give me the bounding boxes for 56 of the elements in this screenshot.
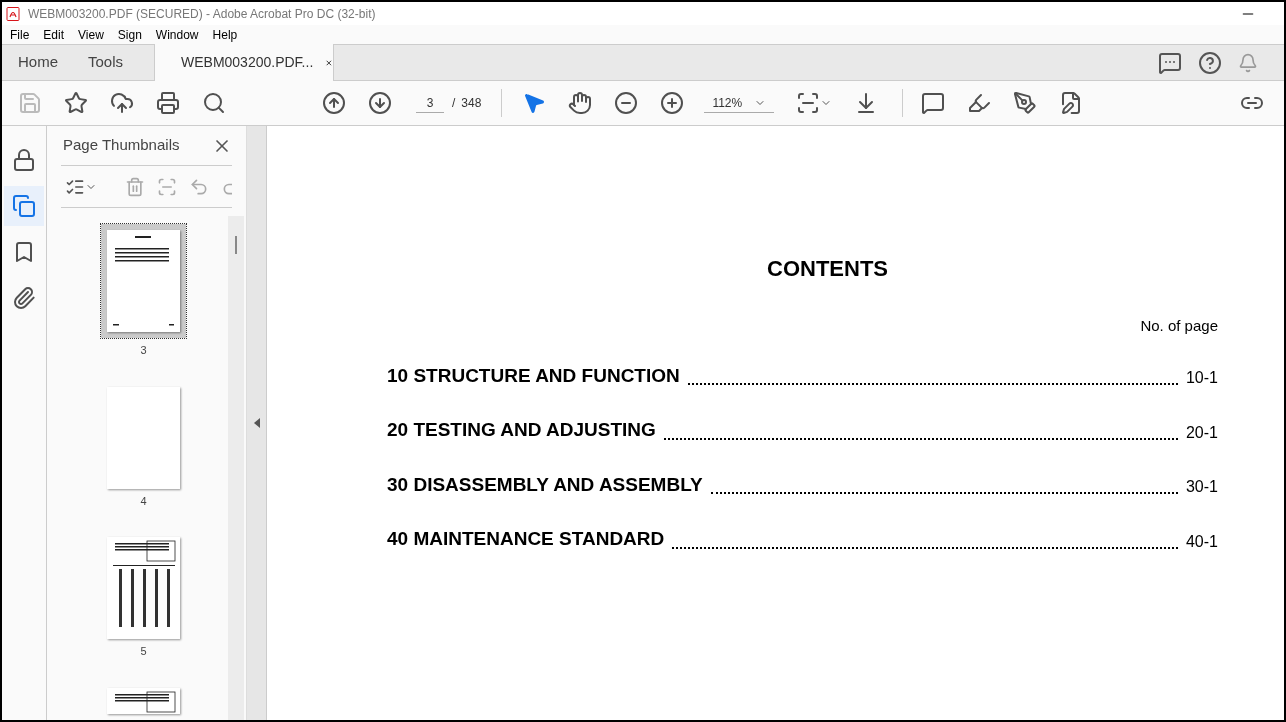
page-count: 348 xyxy=(461,95,482,112)
comment-icon xyxy=(921,91,946,115)
star-icon xyxy=(64,91,88,115)
arrow-down-icon xyxy=(368,91,392,115)
save-icon xyxy=(18,91,42,115)
cloud-upload-icon xyxy=(110,91,134,115)
cursor-icon xyxy=(522,91,547,115)
window-title: WEBM003200.PDF (SECURED) - Adobe Acrobat Pro DC (32-bit) xyxy=(28,5,376,23)
toc-entry: 20 TESTING AND ADJUSTING xyxy=(387,418,656,442)
menu-item[interactable]: Window xyxy=(155,25,199,44)
zoom-out-icon xyxy=(614,91,639,115)
page-separator: / xyxy=(452,95,456,112)
highlighter-icon xyxy=(967,91,992,115)
chat-icon[interactable] xyxy=(1158,50,1182,75)
menu-item[interactable]: View xyxy=(78,25,104,44)
toc-page: 40-1 xyxy=(1185,531,1218,552)
page-number: 3 xyxy=(140,343,147,358)
menu-item[interactable]: Edit xyxy=(43,25,65,44)
page-thumbnail[interactable] xyxy=(107,230,180,332)
printer-icon xyxy=(156,91,180,115)
toc-entry: 10 STRUCTURE AND FUNCTION xyxy=(387,363,680,388)
lock-icon xyxy=(12,148,36,172)
tab-label: WEBM003200.PDF... xyxy=(181,53,314,72)
arrow-up-icon xyxy=(322,91,346,115)
page-field[interactable]: 3 xyxy=(416,93,444,113)
toc-entry: 30 DISASSEMBLY AND ASSEMBLY xyxy=(387,472,703,497)
search-icon xyxy=(202,91,226,115)
rail-button[interactable] xyxy=(4,186,44,226)
scrollbar[interactable] xyxy=(228,216,244,720)
page-number: 5 xyxy=(140,644,147,659)
toc-entry: 40 MAINTENANCE STANDARD xyxy=(387,527,665,551)
document-tab[interactable]: WEBM003200.PDF... xyxy=(154,44,334,81)
menu-item[interactable]: File xyxy=(10,25,30,44)
page-thumbnail[interactable] xyxy=(107,687,180,714)
help-icon[interactable] xyxy=(1198,50,1222,75)
page-number: 4 xyxy=(140,493,147,509)
hand-icon xyxy=(568,91,593,115)
nav-tab[interactable]: Home xyxy=(18,51,58,74)
pen-nib-icon xyxy=(1013,91,1038,115)
toc-page: 10-1 xyxy=(1185,368,1218,388)
zoom-in-icon xyxy=(660,91,685,115)
toc-page: 20-1 xyxy=(1185,422,1218,443)
paperclip-icon xyxy=(12,286,36,310)
pages-icon xyxy=(12,194,36,218)
page-thumbnail[interactable] xyxy=(107,386,180,489)
menu-item[interactable]: Help xyxy=(212,25,238,44)
collapse-arrow-icon xyxy=(253,418,260,428)
zoom-dropdown[interactable]: 112% xyxy=(704,93,775,113)
menu-item[interactable]: Sign xyxy=(117,25,142,44)
document-heading: CONTENTS xyxy=(767,255,888,283)
column-header: No. of page xyxy=(1140,316,1218,336)
panel-title: Page Thumbnails xyxy=(62,135,180,156)
nav-tab[interactable]: Tools xyxy=(88,51,124,74)
pdf-app-icon xyxy=(6,6,20,21)
page-thumbnail[interactable] xyxy=(107,537,180,639)
toc-page: 30-1 xyxy=(1185,477,1218,497)
